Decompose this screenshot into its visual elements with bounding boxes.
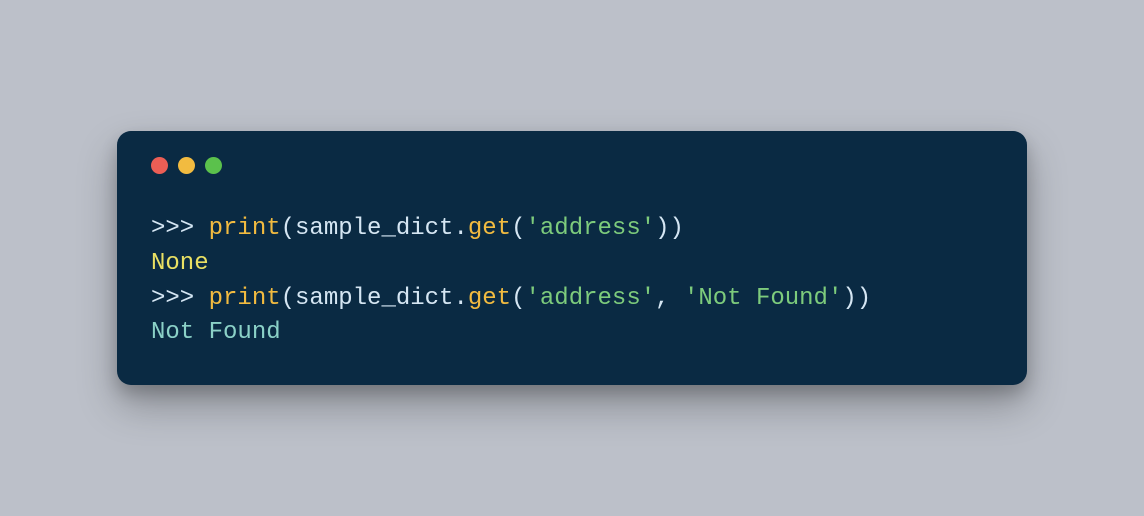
token-punctuation: ( — [281, 215, 295, 242]
token-string: 'Not Found' — [684, 285, 842, 312]
token-punctuation: . — [453, 215, 467, 242]
token-punctuation: . — [453, 285, 467, 312]
code-window: >>> print(sample_dict.get('address'))Non… — [117, 131, 1027, 385]
window-titlebar — [151, 157, 993, 174]
repl-prompt: >>> — [151, 215, 209, 242]
token-identifier: sample_dict — [295, 285, 453, 312]
token-punctuation: , — [655, 285, 684, 312]
token-output: Not Found — [151, 319, 281, 346]
minimize-icon — [178, 157, 195, 174]
token-punctuation: )) — [655, 215, 684, 242]
code-line-4: Not Found — [151, 316, 993, 351]
token-method: get — [468, 215, 511, 242]
repl-prompt: >>> — [151, 285, 209, 312]
maximize-icon — [205, 157, 222, 174]
code-line-2: None — [151, 247, 993, 282]
token-none-output: None — [151, 250, 209, 277]
token-method: get — [468, 285, 511, 312]
token-punctuation: ( — [281, 285, 295, 312]
token-punctuation: )) — [842, 285, 871, 312]
token-function: print — [209, 285, 281, 312]
token-punctuation: ( — [511, 285, 525, 312]
token-function: print — [209, 215, 281, 242]
code-line-3: >>> print(sample_dict.get('address', 'No… — [151, 282, 993, 317]
token-identifier: sample_dict — [295, 215, 453, 242]
token-punctuation: ( — [511, 215, 525, 242]
code-line-1: >>> print(sample_dict.get('address')) — [151, 212, 993, 247]
token-string: 'address' — [526, 215, 656, 242]
code-block: >>> print(sample_dict.get('address'))Non… — [151, 212, 993, 351]
token-string: 'address' — [526, 285, 656, 312]
close-icon — [151, 157, 168, 174]
